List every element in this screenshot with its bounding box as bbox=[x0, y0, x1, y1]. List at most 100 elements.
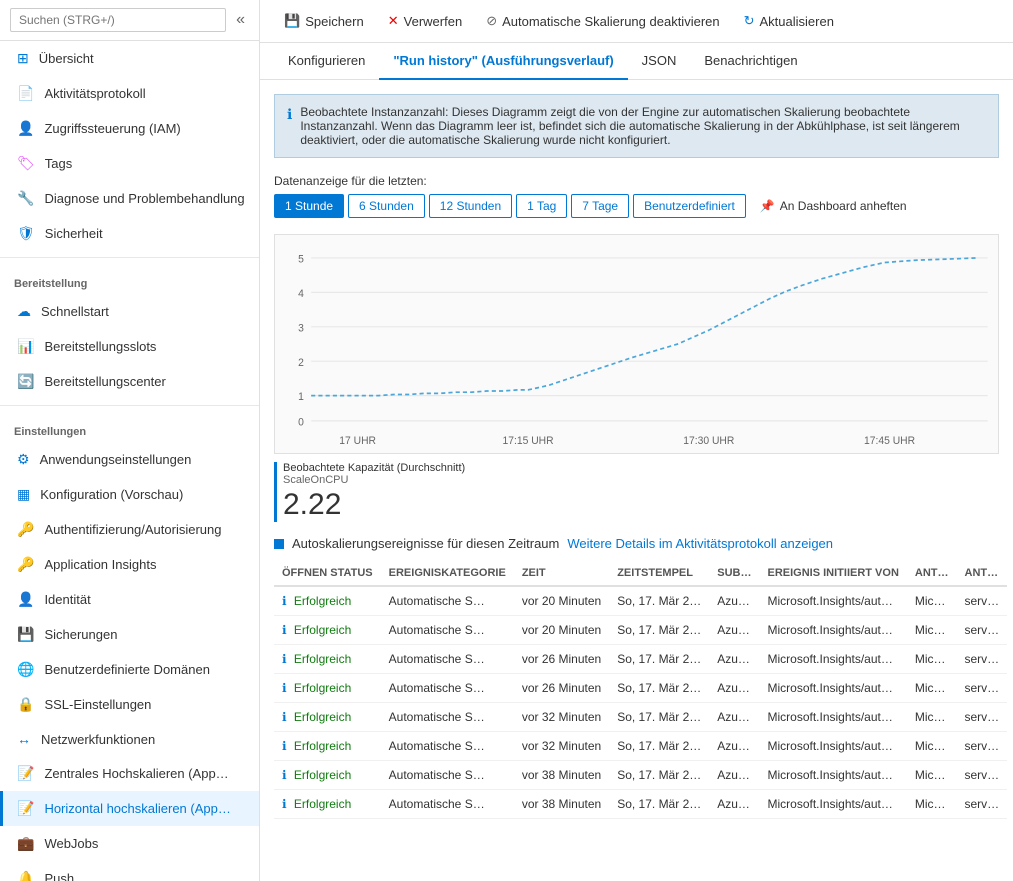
table-row[interactable]: ℹ Erfolgreich Automatische S… vor 38 Min… bbox=[274, 761, 1007, 790]
cell-status: ℹ Erfolgreich bbox=[274, 732, 381, 761]
time-btn-1d[interactable]: 1 Tag bbox=[516, 194, 567, 218]
sidebar-item-scale-out[interactable]: 📝 Horizontal hochskalieren (App… bbox=[0, 791, 259, 826]
cell-ant2: serv… bbox=[957, 790, 1008, 819]
cell-status: ℹ Erfolgreich bbox=[274, 586, 381, 616]
svg-text:4: 4 bbox=[298, 287, 304, 300]
sidebar-item-network[interactable]: ↔ Netzwerkfunktionen bbox=[0, 722, 259, 756]
wrench-icon: 🔧 bbox=[17, 190, 34, 207]
sidebar-item-quickstart[interactable]: ☁ Schnellstart bbox=[0, 294, 259, 329]
sidebar-item-configuration[interactable]: ▦ Konfiguration (Vorschau) bbox=[0, 477, 259, 512]
sidebar-item-iam[interactable]: 👤 Zugriffssteuerung (IAM) bbox=[0, 111, 259, 146]
status-text: Erfolgreich bbox=[294, 768, 351, 782]
value-display: Beobachtete Kapazität (Durchschnitt) Sca… bbox=[274, 462, 999, 522]
cell-time: vor 38 Minuten bbox=[514, 761, 609, 790]
table-row[interactable]: ℹ Erfolgreich Automatische S… vor 26 Min… bbox=[274, 674, 1007, 703]
sidebar-collapse-button[interactable]: « bbox=[232, 11, 249, 29]
table-row[interactable]: ℹ Erfolgreich Automatische S… vor 26 Min… bbox=[274, 645, 1007, 674]
sidebar-item-identity[interactable]: 👤 Identität bbox=[0, 582, 259, 617]
sidebar-item-backups[interactable]: 💾 Sicherungen bbox=[0, 617, 259, 652]
table-row[interactable]: ℹ Erfolgreich Automatische S… vor 20 Min… bbox=[274, 616, 1007, 645]
sidebar-item-app-insights[interactable]: 🔑 Application Insights bbox=[0, 547, 259, 582]
svg-text:3: 3 bbox=[298, 322, 304, 335]
sidebar-item-webjobs[interactable]: 💼 WebJobs bbox=[0, 826, 259, 861]
key2-icon: 🔑 bbox=[17, 556, 34, 573]
cell-ant2: serv… bbox=[957, 732, 1008, 761]
sidebar-item-security[interactable]: 🛡 Sicherheit bbox=[0, 216, 259, 251]
status-text: Erfolgreich bbox=[294, 623, 351, 637]
sidebar-item-label: Diagnose und Problembehandlung bbox=[44, 191, 244, 206]
content-area: ℹ Beobachtete Instanzanzahl: Dieses Diag… bbox=[260, 80, 1013, 881]
tab-configure[interactable]: Konfigurieren bbox=[274, 43, 379, 80]
section-bereitstellung: Bereitstellung bbox=[0, 264, 259, 294]
cell-category: Automatische S… bbox=[381, 732, 514, 761]
sidebar-item-auth[interactable]: 🔑 Authentifizierung/Autorisierung bbox=[0, 512, 259, 547]
sidebar-item-tags[interactable]: 🏷 Tags bbox=[0, 146, 259, 181]
time-btn-7d[interactable]: 7 Tage bbox=[571, 194, 629, 218]
cell-category: Automatische S… bbox=[381, 790, 514, 819]
sidebar-item-overview[interactable]: ⊞ Übersicht bbox=[0, 41, 259, 76]
time-btn-custom[interactable]: Benutzerdefiniert bbox=[633, 194, 746, 218]
tab-run-history[interactable]: "Run history" (Ausführungsverlauf) bbox=[379, 43, 627, 80]
col-sub: SUB… bbox=[709, 561, 759, 586]
key-icon: 🔑 bbox=[17, 521, 34, 538]
shield-icon: 🛡 bbox=[17, 225, 35, 242]
tab-json[interactable]: JSON bbox=[628, 43, 691, 80]
tab-notifications[interactable]: Benachrichtigen bbox=[690, 43, 811, 80]
sidebar-item-custom-domains[interactable]: 🌐 Benutzerdefinierte Domänen bbox=[0, 652, 259, 687]
col-status: ÖFFNEN STATUS bbox=[274, 561, 381, 586]
sidebar-item-app-settings[interactable]: ⚙ Anwendungseinstellungen bbox=[0, 442, 259, 477]
sidebar-item-scale-up[interactable]: 📝 Zentrales Hochskalieren (App… bbox=[0, 756, 259, 791]
cell-timestamp: So, 17. Mär 2… bbox=[609, 616, 709, 645]
sidebar-item-deployment-slots[interactable]: 📊 Bereitstellungsslots bbox=[0, 329, 259, 364]
time-range-label: Datenanzeige für die letzten: bbox=[274, 174, 999, 188]
webjob-icon: 💼 bbox=[17, 835, 34, 852]
time-range: Datenanzeige für die letzten: 1 Stunde 6… bbox=[260, 168, 1013, 226]
cell-timestamp: So, 17. Mär 2… bbox=[609, 674, 709, 703]
dashboard-button[interactable]: 📌 An Dashboard anheften bbox=[750, 195, 917, 217]
sidebar-item-activity-log[interactable]: 📄 Aktivitätsprotokoll bbox=[0, 76, 259, 111]
sidebar-item-ssl[interactable]: 🔒 SSL-Einstellungen bbox=[0, 687, 259, 722]
table-row[interactable]: ℹ Erfolgreich Automatische S… vor 38 Min… bbox=[274, 790, 1007, 819]
cell-time: vor 20 Minuten bbox=[514, 616, 609, 645]
pin-icon: 📌 bbox=[760, 199, 775, 213]
cell-category: Automatische S… bbox=[381, 674, 514, 703]
section-einstellungen: Einstellungen bbox=[0, 412, 259, 442]
sidebar-item-deployment-center[interactable]: 🔄 Bereitstellungscenter bbox=[0, 364, 259, 399]
cell-initiator: Microsoft.Insights/autoscale… bbox=[759, 790, 906, 819]
time-btn-1h[interactable]: 1 Stunde bbox=[274, 194, 344, 218]
autoscale-disable-button[interactable]: ⊘ Automatische Skalierung deaktivieren bbox=[476, 8, 729, 34]
search-input[interactable] bbox=[10, 8, 226, 32]
cell-initiator: Microsoft.Insights/autoscale… bbox=[759, 674, 906, 703]
sidebar-item-push[interactable]: 🔔 Push bbox=[0, 861, 259, 881]
cell-category: Automatische S… bbox=[381, 703, 514, 732]
info-icon: ℹ bbox=[287, 106, 292, 147]
table-row[interactable]: ℹ Erfolgreich Automatische S… vor 32 Min… bbox=[274, 703, 1007, 732]
events-link[interactable]: Weitere Details im Aktivitätsprotokoll a… bbox=[567, 536, 833, 551]
discard-button[interactable]: ✕ Verwerfen bbox=[378, 8, 472, 34]
toolbar: 💾 Speichern ✕ Verwerfen ⊘ Automatische S… bbox=[260, 0, 1013, 43]
table-row[interactable]: ℹ Erfolgreich Automatische S… vor 20 Min… bbox=[274, 586, 1007, 616]
save-button[interactable]: 💾 Speichern bbox=[274, 8, 374, 34]
sidebar-item-label: Authentifizierung/Autorisierung bbox=[44, 522, 221, 537]
sidebar-item-label: Horizontal hochskalieren (App… bbox=[44, 801, 230, 816]
svg-text:17 UHR: 17 UHR bbox=[339, 434, 376, 447]
time-btn-12h[interactable]: 12 Stunden bbox=[429, 194, 512, 218]
save-icon: 💾 bbox=[284, 13, 300, 29]
cell-timestamp: So, 17. Mär 2… bbox=[609, 732, 709, 761]
sidebar-item-diagnose[interactable]: 🔧 Diagnose und Problembehandlung bbox=[0, 181, 259, 216]
status-text: Erfolgreich bbox=[294, 797, 351, 811]
time-btn-6h[interactable]: 6 Stunden bbox=[348, 194, 425, 218]
cell-sub: Azu… bbox=[709, 586, 759, 616]
sync-icon: 🔄 bbox=[17, 373, 34, 390]
refresh-button[interactable]: ↻ Aktualisieren bbox=[734, 8, 844, 34]
cell-sub: Azu… bbox=[709, 732, 759, 761]
table-row[interactable]: ℹ Erfolgreich Automatische S… vor 32 Min… bbox=[274, 732, 1007, 761]
cell-initiator: Microsoft.Insights/autoscale… bbox=[759, 586, 906, 616]
cell-sub: Azu… bbox=[709, 790, 759, 819]
cell-initiator: Microsoft.Insights/autoscale… bbox=[759, 645, 906, 674]
person2-icon: 👤 bbox=[17, 591, 34, 608]
svg-text:17:15 UHR: 17:15 UHR bbox=[503, 434, 554, 447]
cell-time: vor 38 Minuten bbox=[514, 790, 609, 819]
cell-status: ℹ Erfolgreich bbox=[274, 674, 381, 703]
cell-category: Automatische S… bbox=[381, 761, 514, 790]
